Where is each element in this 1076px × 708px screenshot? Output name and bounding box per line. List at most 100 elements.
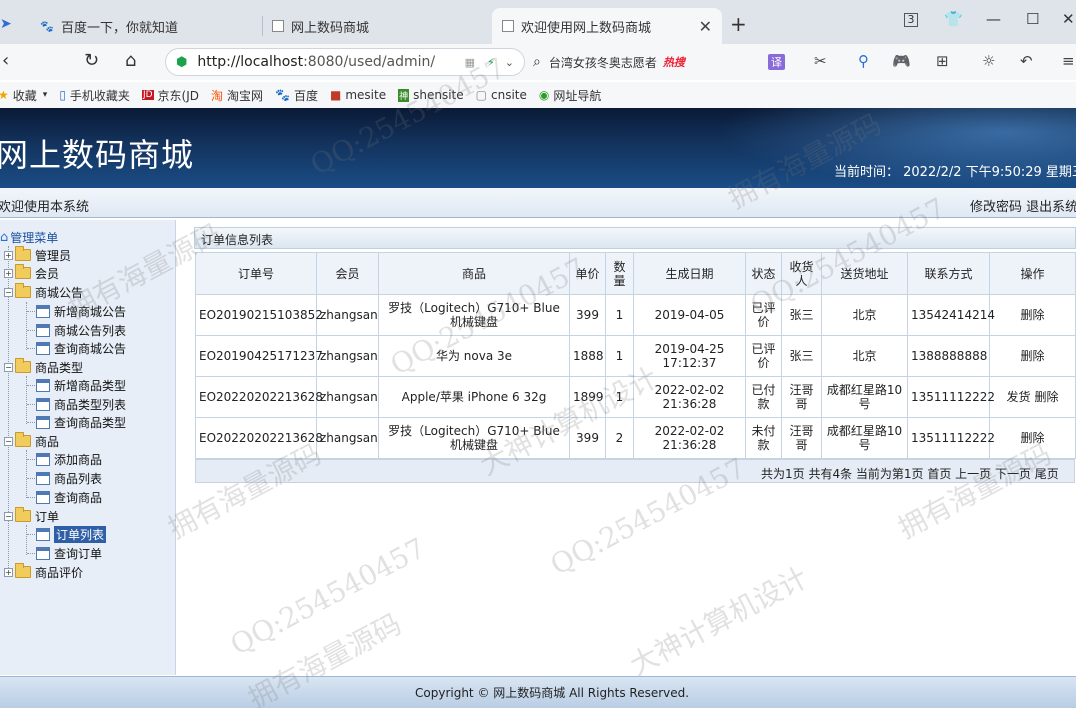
bookmark-baidu[interactable]: 🐾 百度 — [275, 87, 318, 104]
table-row: EO20190425171237 zhangsan 华为 nova 3e 188… — [195, 335, 1076, 377]
menu-root[interactable]: ⌂ 管理菜单 — [0, 228, 58, 246]
ship-link[interactable]: 发货 — [1006, 390, 1030, 404]
current-time: 当前时间： 2022/2/2 下午9:50:29 星期三 — [834, 165, 1076, 180]
table-row: EO20220202213628 zhangsan 罗技（Logitech）G7… — [195, 417, 1076, 459]
bookmark-jd[interactable]: JD 京东(JD — [141, 87, 199, 104]
sidebar-item-goods-add[interactable]: 添加商品 — [36, 450, 102, 468]
sidebar-item-order-query[interactable]: 查询订单 — [36, 544, 102, 562]
minimize-icon[interactable]: — — [986, 10, 1001, 28]
sidebar-item-type[interactable]: − 商品类型 — [4, 358, 83, 376]
node-label: 查询商品类型 — [54, 415, 127, 430]
bookmark-label: 百度 — [293, 88, 318, 103]
col-date: 生成日期 — [633, 252, 746, 295]
scissors-icon[interactable]: ✂ — [814, 52, 827, 70]
home-tree-icon: ⌂ — [0, 229, 9, 245]
search-box[interactable]: ⌕ 台湾女孩冬奥志愿者 热搜 — [533, 48, 751, 76]
delete-link[interactable]: 删除 — [1020, 308, 1044, 322]
sidebar-item-member[interactable]: + 会员 — [4, 264, 59, 282]
sidebar-item-order[interactable]: − 订单 — [4, 507, 59, 525]
sidebar-item-notice-list[interactable]: 商城公告列表 — [36, 321, 126, 339]
shirt-icon[interactable]: 👕 — [944, 10, 963, 28]
watermark: QQ:254540457 — [224, 531, 431, 662]
logout-link[interactable]: 退出系统 — [1026, 200, 1076, 215]
order-date: 2019-04-25 17:12:37 — [633, 335, 746, 377]
order-receiver: 汪哥哥 — [781, 376, 822, 418]
welcome-text: 欢迎使用本系统 — [0, 200, 90, 215]
lightning-icon[interactable]: ⚡ — [487, 56, 495, 69]
folder-open-icon — [15, 432, 31, 447]
baidu-paw-icon: 🐾 — [275, 88, 290, 102]
sidebar-item-type-add[interactable]: 新增商品类型 — [36, 376, 126, 394]
delete-link[interactable]: 删除 — [1020, 349, 1044, 363]
magnifier-icon[interactable]: ⚲ — [858, 52, 869, 70]
page-icon — [36, 341, 50, 355]
change-password-link[interactable]: 修改密码 — [970, 200, 1022, 215]
chevron-down-icon[interactable]: ⌄ — [505, 56, 514, 69]
sidebar-item-type-list[interactable]: 商品类型列表 — [36, 395, 126, 413]
back-icon[interactable]: ‹ — [2, 50, 9, 71]
col-address: 送货地址 — [821, 252, 908, 295]
nav-icon: ◉ — [538, 88, 550, 102]
table-row: EO20190215103852 zhangsan 罗技（Logitech）G7… — [195, 294, 1076, 336]
menu-icon[interactable]: ≡ — [1062, 52, 1075, 70]
tab-baidu[interactable]: 🐾 百度一下，你就知道 — [30, 8, 260, 44]
copyright-text: Copyright © 网上数码商城 All Rights Reserved. — [415, 686, 690, 700]
sidebar-item-review[interactable]: + 商品评价 — [4, 563, 83, 581]
hot-search-badge: 热搜 — [662, 56, 685, 69]
brightness-icon[interactable]: ☼ — [982, 52, 995, 70]
node-label: 订单 — [35, 509, 60, 524]
delete-link[interactable]: 删除 — [1020, 431, 1044, 445]
home-icon[interactable]: ⌂ — [125, 50, 136, 71]
back-arrow-tab-icon[interactable]: ➤ — [0, 16, 12, 32]
sidebar-item-notice-add[interactable]: 新增商城公告 — [36, 302, 126, 320]
bookmark-favorites[interactable]: ★ 收藏 ▾ — [0, 87, 47, 104]
bookmark-cnsite[interactable]: ▢ cnsite — [476, 88, 527, 102]
bookmark-nav[interactable]: ◉ 网址导航 — [539, 87, 602, 104]
order-member: zhangsan — [316, 417, 379, 459]
page-icon — [36, 415, 50, 429]
sidebar-item-order-list[interactable]: 订单列表 — [36, 525, 107, 543]
pagination-text[interactable]: 共为1页 共有4条 当前为第1页 首页 上一页 下一页 尾页 — [761, 465, 1059, 482]
apps-grid-icon[interactable]: ⊞ — [936, 52, 949, 70]
menu-root-label: 管理菜单 — [10, 230, 59, 245]
gamepad-icon[interactable]: 🎮 — [892, 52, 911, 70]
order-address: 成都红星路10号 — [821, 417, 908, 459]
reload-icon[interactable]: ↻ — [84, 50, 99, 71]
panel-title: 订单信息列表 — [201, 233, 274, 247]
order-address: 北京 — [821, 294, 908, 336]
tab-mall[interactable]: 网上数码商城 — [262, 8, 490, 44]
welcome-bar: 欢迎使用本系统 修改密码 退出系统 — [0, 188, 1076, 218]
page-icon — [36, 378, 50, 392]
sidebar-item-admin[interactable]: + 管理员 — [4, 246, 71, 264]
maximize-icon[interactable]: ☐ — [1026, 10, 1039, 28]
url-input[interactable]: ⬢ http://localhost:8080/used/admin/ ▦ ⚡ … — [165, 48, 525, 76]
undo-icon[interactable]: ↶ — [1020, 52, 1033, 70]
bookmark-mobile[interactable]: ▯ 手机收藏夹 — [59, 87, 130, 104]
order-actions: 删除 — [989, 335, 1076, 377]
order-member: zhangsan — [316, 376, 379, 418]
translate-button[interactable]: 译 — [768, 54, 785, 70]
tab-title: 欢迎使用网上数码商城 — [521, 20, 652, 36]
close-window-icon[interactable]: ✕ — [1062, 10, 1075, 28]
bookmark-taobao[interactable]: 淘淘宝网 — [211, 87, 263, 104]
page-icon — [36, 323, 50, 337]
tab-count-badge[interactable]: 3 — [904, 13, 918, 27]
qr-icon[interactable]: ▦ — [465, 56, 475, 69]
sidebar-item-notice[interactable]: − 商城公告 — [4, 283, 83, 301]
close-tab-icon[interactable]: ✕ — [691, 17, 712, 36]
page-icon — [36, 490, 50, 504]
sidebar-item-goods-query[interactable]: 查询商品 — [36, 488, 102, 506]
new-tab-button[interactable]: + — [730, 12, 747, 36]
page-icon — [272, 20, 284, 32]
sidebar-item-goods[interactable]: − 商品 — [4, 432, 59, 450]
delete-link[interactable]: 删除 — [1035, 390, 1059, 404]
node-label: 查询商品 — [54, 490, 103, 505]
sidebar-item-goods-list[interactable]: 商品列表 — [36, 469, 102, 487]
bookmark-shensite[interactable]: 神 shensite — [398, 88, 464, 102]
sidebar-item-notice-query[interactable]: 查询商城公告 — [36, 339, 126, 357]
order-status: 已评价 — [745, 335, 782, 377]
sidebar-item-type-query[interactable]: 查询商品类型 — [36, 413, 126, 431]
order-actions: 删除 — [989, 294, 1076, 336]
bookmark-mesite[interactable]: ■ mesite — [330, 88, 386, 102]
tab-welcome[interactable]: 欢迎使用网上数码商城 ✕ — [492, 8, 722, 44]
